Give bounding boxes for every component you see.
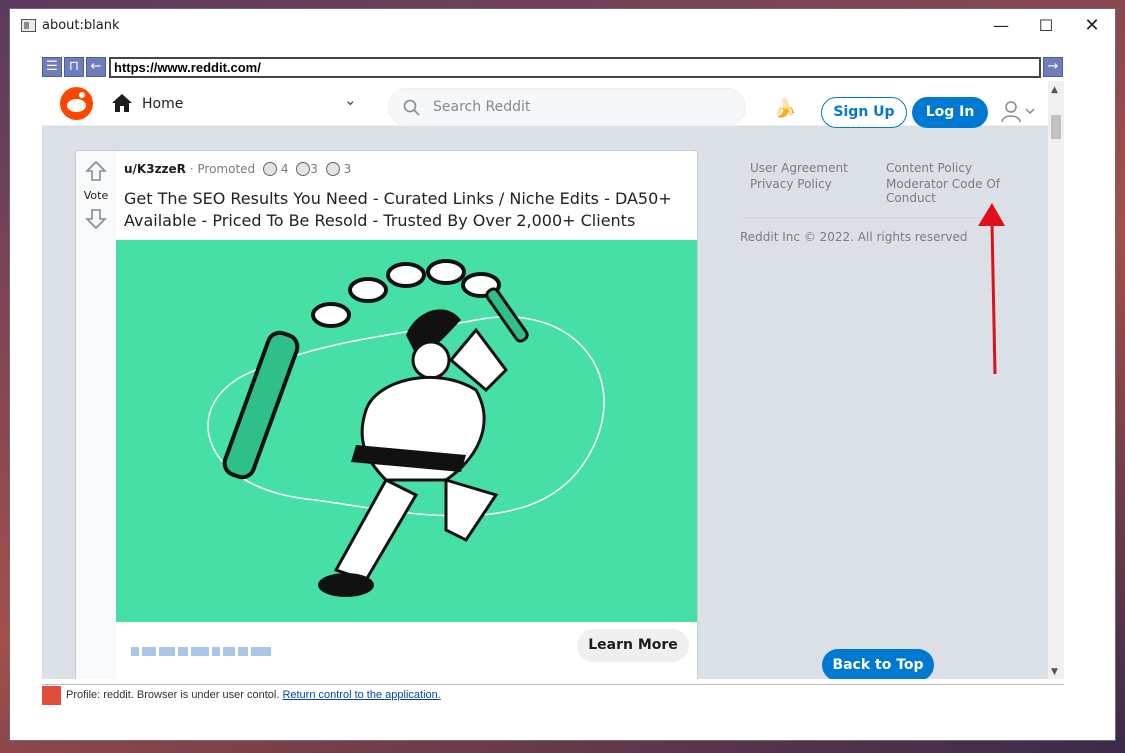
award-count: 4 xyxy=(280,162,289,176)
blurred-link-text xyxy=(131,641,341,656)
home-icon[interactable] xyxy=(111,93,133,113)
search-bar[interactable]: Search Reddit xyxy=(388,88,746,126)
back-arrow-icon[interactable]: ← xyxy=(86,57,106,77)
app-icon xyxy=(21,19,36,32)
close-icon[interactable]: ✕ xyxy=(1074,13,1110,39)
upvote-icon[interactable] xyxy=(84,159,108,183)
post-meta: u/K3zzeR · Promoted 4 3 3 xyxy=(124,162,352,176)
return-control-link[interactable]: Return control to the application. xyxy=(282,689,440,701)
vote-column: Vote xyxy=(76,151,116,679)
content-policy-link[interactable]: Content Policy xyxy=(886,161,972,175)
award-icon xyxy=(263,162,277,176)
award-icon xyxy=(296,162,311,176)
promoted-label: Promoted xyxy=(197,162,256,176)
downvote-icon[interactable] xyxy=(84,207,108,231)
status-message: Profile: reddit. Browser is under user c… xyxy=(66,689,283,701)
go-arrow-icon[interactable]: → xyxy=(1043,57,1063,77)
maximize-icon[interactable]: ☐ xyxy=(1028,13,1064,39)
search-icon xyxy=(403,99,420,116)
url-input[interactable]: https://www.reddit.com/ xyxy=(109,57,1041,78)
title-bar: about:blank — ☐ ✕ xyxy=(10,9,1115,43)
back-to-top-button[interactable]: Back to Top xyxy=(822,649,934,679)
status-text: Profile: reddit. Browser is under user c… xyxy=(66,689,441,701)
award-count: 3 xyxy=(310,162,318,176)
post-image[interactable] xyxy=(116,240,697,622)
search-input[interactable]: Search Reddit xyxy=(433,99,530,115)
user-agreement-link[interactable]: User Agreement xyxy=(750,161,848,175)
minimize-icon[interactable]: — xyxy=(983,13,1019,39)
wifi-icon xyxy=(42,686,61,705)
sign-up-button[interactable]: Sign Up xyxy=(821,97,907,128)
chevron-down-icon[interactable]: ⌄ xyxy=(344,91,357,109)
award-count: 3 xyxy=(343,162,352,176)
divider xyxy=(740,217,1010,218)
home-dropdown-label[interactable]: Home xyxy=(142,96,183,112)
scroll-down-icon[interactable]: ▼ xyxy=(1051,667,1058,677)
user-menu-icon[interactable] xyxy=(1000,100,1040,124)
banana-icon[interactable]: 🍌 xyxy=(774,98,796,119)
history-icon[interactable]: ⊓ xyxy=(64,57,84,77)
promoted-post[interactable]: Vote u/K3zzeR · Promoted 4 3 3 Get The S… xyxy=(75,150,698,679)
vote-label: Vote xyxy=(83,189,109,202)
learn-more-button[interactable]: Learn More xyxy=(577,629,689,662)
post-username[interactable]: u/K3zzeR xyxy=(124,162,186,176)
reddit-logo-icon[interactable] xyxy=(60,87,93,120)
status-bar: Profile: reddit. Browser is under user c… xyxy=(42,684,1064,705)
karate-illustration xyxy=(207,259,605,597)
page-viewport: Home ⌄ Search Reddit 🍌 Sign Up Log In Vo… xyxy=(42,81,1064,679)
annotation-arrow-icon xyxy=(978,203,1005,375)
award-icon xyxy=(325,162,340,176)
vertical-scrollbar[interactable]: ▲ ▼ xyxy=(1048,81,1064,679)
scroll-up-icon[interactable]: ▲ xyxy=(1051,85,1058,95)
log-in-button[interactable]: Log In xyxy=(912,97,988,128)
reddit-header: Home ⌄ Search Reddit 🍌 Sign Up Log In xyxy=(42,81,1048,128)
scrollbar-thumb[interactable] xyxy=(1051,115,1061,139)
nav-toolbar: ☰ ⊓ ← https://www.reddit.com/ → xyxy=(42,57,1064,79)
post-title[interactable]: Get The SEO Results You Need - Curated L… xyxy=(124,188,694,232)
privacy-policy-link[interactable]: Privacy Policy xyxy=(750,177,832,191)
copyright-text: Reddit Inc © 2022. All rights reserved xyxy=(740,230,968,244)
menu-icon[interactable]: ☰ xyxy=(42,57,62,77)
window-title: about:blank xyxy=(42,18,120,33)
